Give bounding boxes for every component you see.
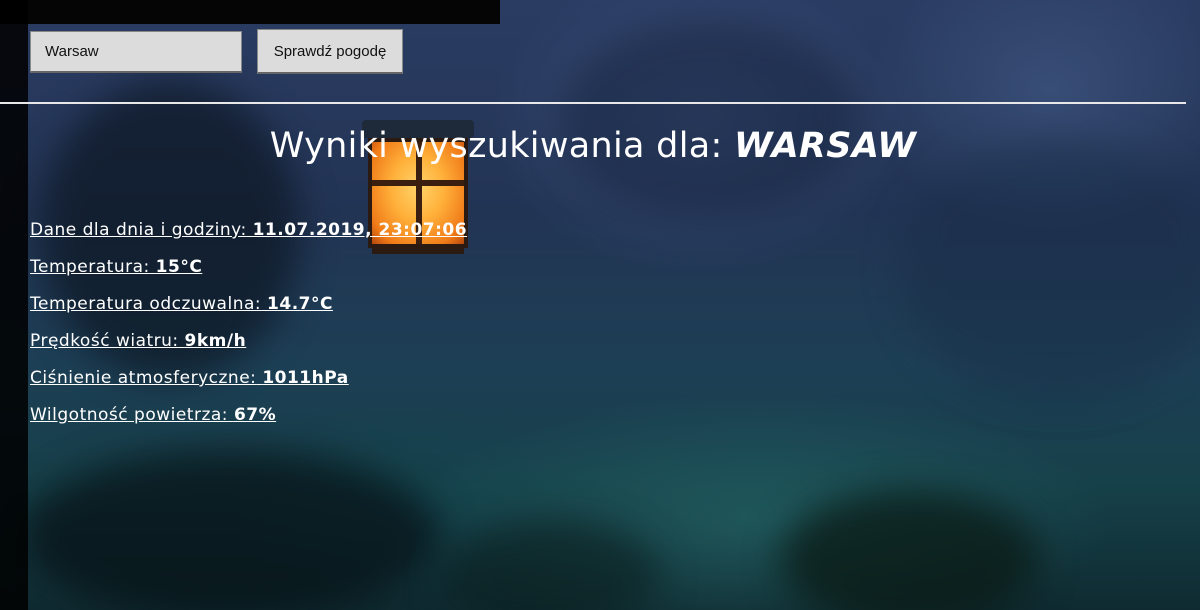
result-row-temperature: Temperatura: 15°C [30, 249, 467, 286]
divider [0, 102, 1186, 104]
result-row-feels-like: Temperatura odczuwalna: 14.7°C [30, 286, 467, 323]
results-title-prefix: Wyniki wyszukiwania dla: [269, 126, 723, 166]
city-search-input[interactable] [30, 31, 242, 73]
check-weather-button[interactable]: Sprawdź pogodę [257, 29, 403, 74]
result-value: 67% [233, 405, 277, 425]
background-grass [20, 450, 440, 610]
results-title: Wyniki wyszukiwania dla: WARSAW [0, 126, 1186, 166]
result-label: Dane dla dnia i godziny: [30, 220, 247, 240]
result-value: 1011hPa [262, 368, 349, 388]
results-city: WARSAW [734, 126, 917, 166]
result-value: 15°C [155, 257, 203, 277]
result-label: Temperatura odczuwalna: [30, 294, 262, 314]
background-grass [440, 520, 660, 610]
result-row-datetime: Dane dla dnia i godziny: 11.07.2019, 23:… [30, 212, 467, 249]
weather-results: Dane dla dnia i godziny: 11.07.2019, 23:… [30, 212, 467, 434]
left-dark-strip [0, 0, 28, 610]
result-value: 11.07.2019, 23:07:06 [252, 220, 468, 240]
result-row-pressure: Ciśnienie atmosferyczne: 1011hPa [30, 360, 467, 397]
result-label: Wilgotność powietrza: [30, 405, 229, 425]
result-label: Prędkość wiatru: [30, 331, 179, 351]
result-value: 9km/h [184, 331, 247, 351]
result-value: 14.7°C [267, 294, 333, 314]
result-label: Ciśnienie atmosferyczne: [30, 368, 257, 388]
result-row-wind-speed: Prędkość wiatru: 9km/h [30, 323, 467, 360]
background-foliage [900, 140, 1200, 400]
background-foliage [560, 20, 860, 220]
result-row-humidity: Wilgotność powietrza: 67% [30, 397, 467, 434]
background-bush [780, 490, 1040, 610]
top-dark-strip [0, 0, 500, 24]
result-label: Temperatura: [30, 257, 150, 277]
